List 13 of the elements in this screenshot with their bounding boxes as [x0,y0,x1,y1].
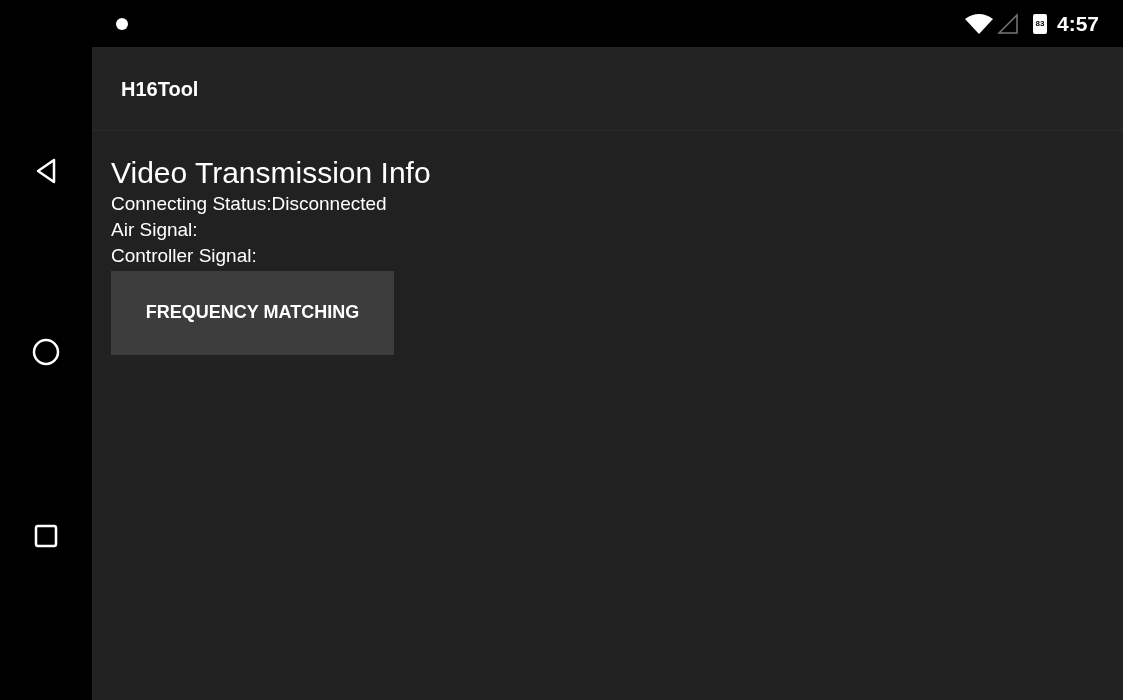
frequency-matching-button[interactable]: FREQUENCY MATCHING [111,271,394,355]
info-line: Air Signal: [111,218,198,242]
clock-time: 4:57 [1056,10,1099,37]
recents-icon[interactable] [34,524,58,548]
info-line: Connecting Status:Disconnected [111,192,387,216]
signal-icon [996,12,1019,35]
home-icon[interactable] [32,338,60,366]
wifi-icon [964,12,993,35]
section-heading: Video Transmission Info [111,155,431,191]
app-title: H16Tool [121,76,199,102]
battery-icon: 83 [1032,13,1047,34]
info-line: Controller Signal: [111,244,257,268]
back-icon[interactable] [35,158,57,184]
